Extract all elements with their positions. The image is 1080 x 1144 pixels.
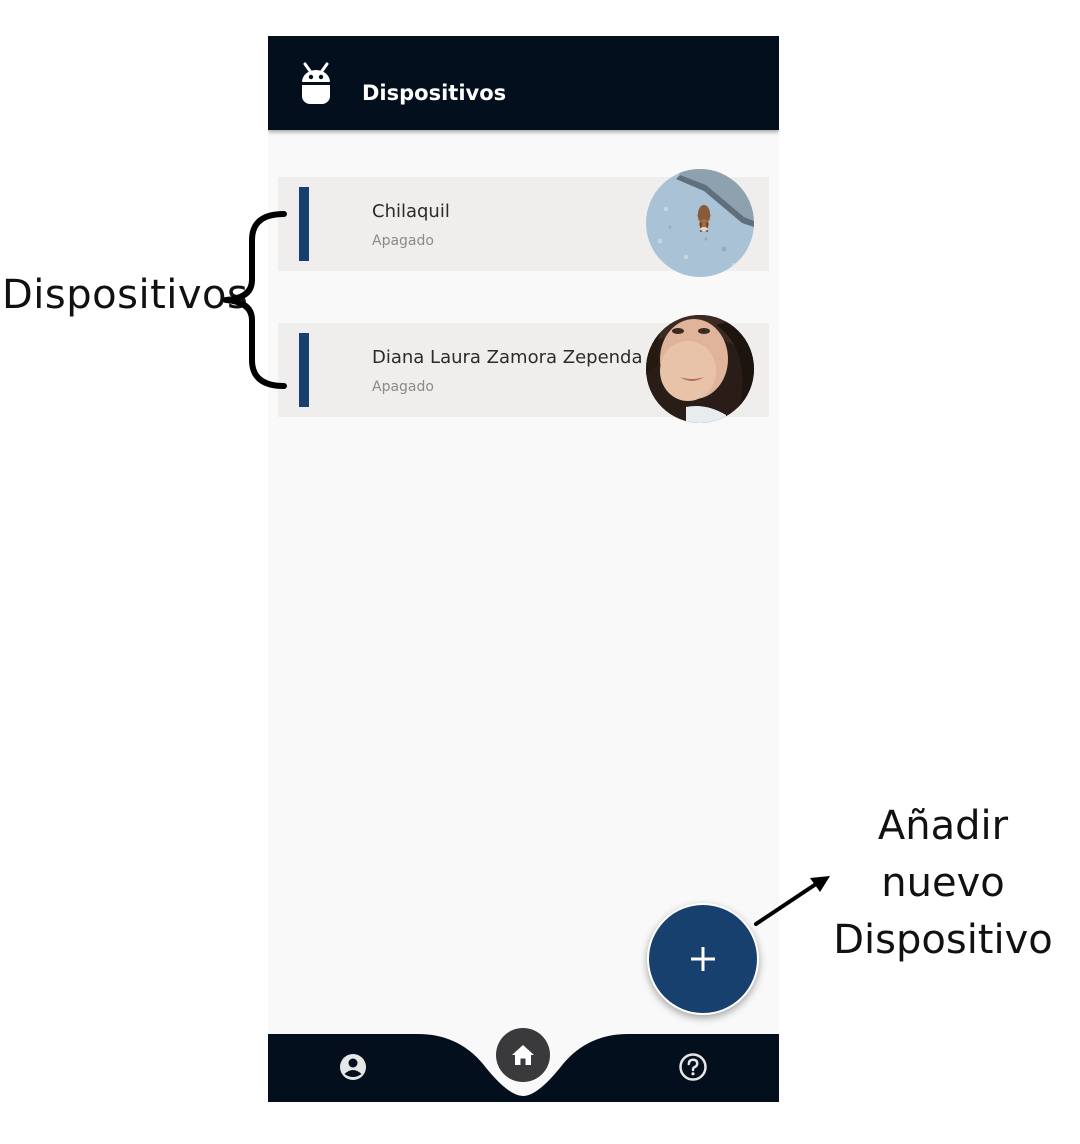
home-icon	[512, 1045, 534, 1065]
add-device-button[interactable]	[647, 903, 759, 1015]
arrow-icon	[754, 876, 830, 926]
annotation-add-line2: Dispositivo	[833, 917, 1053, 963]
device-card[interactable]: Chilaquil Apagado	[278, 169, 769, 277]
nav-profile-button[interactable]	[338, 1052, 368, 1082]
annotation-add-label: Añadir nuevo Dispositivo	[812, 798, 1074, 969]
account-circle-icon	[340, 1054, 366, 1080]
annotation-add-line1: Añadir nuevo	[877, 803, 1009, 906]
app-bar: Dispositivos	[268, 36, 779, 130]
device-name: Diana Laura Zamora Zependa	[372, 347, 643, 368]
annotation-devices-label: Dispositivos	[2, 272, 249, 318]
curly-brace-icon	[223, 211, 287, 389]
nav-help-button[interactable]	[678, 1052, 708, 1082]
nav-home-button[interactable]	[496, 1028, 550, 1082]
device-status: Apagado	[372, 379, 434, 395]
accent-bar	[299, 187, 309, 261]
device-avatar	[646, 315, 754, 423]
device-avatar	[646, 169, 754, 277]
android-robot-icon	[302, 62, 330, 104]
device-card[interactable]: Diana Laura Zamora Zependa Apagado	[278, 315, 769, 423]
page-title: Dispositivos	[362, 81, 507, 105]
accent-bar	[299, 333, 309, 407]
phone-screen: Dispositivos Chilaquil Apagado Diana Lau…	[268, 36, 779, 1102]
device-name: Chilaquil	[372, 201, 450, 222]
plus-icon	[691, 947, 715, 971]
device-status: Apagado	[372, 233, 434, 249]
help-circle-icon	[679, 1053, 707, 1081]
bottom-navigation	[268, 1028, 779, 1102]
